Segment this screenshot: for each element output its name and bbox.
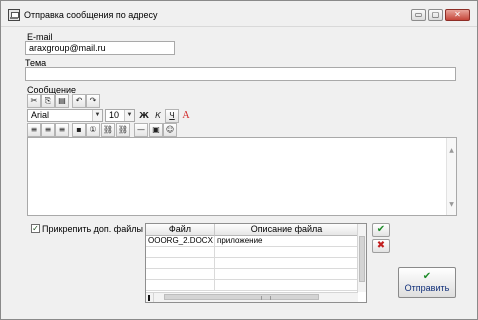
paste-icon: ▤	[58, 96, 66, 105]
attach-checkbox-label: Прикрепить доп. файлы	[42, 224, 143, 234]
copy-button[interactable]: ⎘	[41, 94, 55, 108]
align-right-icon: ≡	[58, 125, 66, 134]
send-button-label: Отправить	[404, 283, 450, 293]
link-icon: ⛓	[102, 125, 114, 134]
close-button[interactable]: ✕	[445, 9, 470, 21]
horizontal-line-icon: —	[137, 125, 145, 134]
chevron-down-icon: ▼	[92, 110, 102, 121]
table-horizontal-scrollbar[interactable]	[154, 292, 358, 302]
chevron-down-icon: ▼	[124, 110, 134, 121]
font-name-select[interactable]: Arial ▼	[27, 109, 103, 122]
cut-icon: ✂	[30, 96, 38, 105]
file-cell[interactable]	[146, 280, 215, 291]
table-vertical-scrollbar[interactable]	[357, 224, 366, 292]
add-file-button[interactable]: ✔	[372, 223, 390, 237]
file-cell[interactable]: OOORG_2.DOCX	[146, 236, 215, 247]
email-field[interactable]: araxgroup@mail.ru	[25, 41, 175, 55]
font-size-select[interactable]: 10 ▼	[105, 109, 135, 122]
bold-button[interactable]: Ж	[137, 109, 151, 123]
attach-checkbox[interactable]: ✓	[31, 224, 40, 233]
scroll-down-icon[interactable]: ▼	[447, 200, 456, 209]
remove-file-button[interactable]: ✖	[372, 239, 390, 253]
subject-field[interactable]	[25, 67, 456, 81]
unlink-icon: ⛓	[117, 125, 129, 134]
font-name-value: Arial	[31, 110, 50, 120]
checkmark-icon: ✓	[32, 224, 39, 233]
bullet-button[interactable]: ▪	[72, 123, 86, 137]
bullet-icon: ▪	[76, 125, 82, 134]
description-cell[interactable]	[215, 247, 359, 258]
font-size-value: 10	[109, 110, 120, 120]
align-right-button[interactable]: ≡	[55, 123, 69, 137]
minimize-button[interactable]: ▭	[411, 9, 426, 21]
file-cell[interactable]	[146, 269, 215, 280]
align-left-icon: ≡	[30, 125, 38, 134]
numbering-button[interactable]: ①	[86, 123, 100, 137]
scroll-grip-icon	[261, 296, 271, 300]
align-left-button[interactable]: ≡	[27, 123, 41, 137]
description-cell[interactable]	[215, 258, 359, 269]
mail-send-window: Отправка сообщения по адресу ▭ ▢ ✕ E-mai…	[0, 0, 478, 320]
paste-button[interactable]: ▤	[55, 94, 69, 108]
attachments-table[interactable]: Файл Описание файла OOORG_2.DOCX приложен…	[145, 223, 367, 303]
check-icon: ✔	[422, 271, 432, 282]
message-editor[interactable]: ▲ ▼	[27, 137, 457, 216]
numbering-icon: ①	[89, 125, 97, 134]
description-cell[interactable]	[215, 269, 359, 280]
align-center-icon: ≡	[44, 125, 52, 134]
cut-button[interactable]: ✂	[27, 94, 41, 108]
image-button[interactable]: ▣	[149, 123, 163, 137]
smiley-icon: ☺	[165, 125, 175, 134]
scroll-thumb[interactable]	[359, 236, 365, 282]
font-color-button[interactable]: A	[180, 109, 192, 122]
undo-button[interactable]: ↶	[72, 94, 86, 108]
unlink-button[interactable]: ⛓	[116, 123, 130, 137]
send-button[interactable]: ✔ Отправить	[398, 267, 456, 298]
description-cell[interactable]: приложение	[215, 236, 359, 247]
editor-scrollbar[interactable]: ▲ ▼	[446, 138, 456, 215]
align-center-button[interactable]: ≡	[41, 123, 55, 137]
link-button[interactable]: ⛓	[101, 123, 115, 137]
scroll-up-icon[interactable]: ▲	[447, 146, 456, 155]
italic-button[interactable]: К	[151, 109, 165, 123]
app-envelope-icon	[8, 9, 20, 21]
undo-icon: ↶	[75, 96, 83, 105]
redo-icon: ↷	[89, 96, 97, 105]
file-cell[interactable]	[146, 247, 215, 258]
image-icon: ▣	[152, 125, 160, 134]
file-cell[interactable]	[146, 258, 215, 269]
window-title: Отправка сообщения по адресу	[24, 10, 158, 20]
description-cell[interactable]	[215, 280, 359, 291]
horizontal-line-button[interactable]: —	[134, 123, 148, 137]
smiley-button[interactable]: ☺	[163, 123, 177, 137]
column-header-description[interactable]: Описание файла	[215, 224, 359, 236]
copy-icon: ⎘	[44, 96, 52, 105]
redo-button[interactable]: ↷	[86, 94, 100, 108]
scroll-thumb[interactable]	[164, 294, 319, 300]
maximize-button[interactable]: ▢	[428, 9, 443, 21]
underline-button[interactable]: Ч	[165, 109, 179, 123]
title-bar: Отправка сообщения по адресу ▭ ▢ ✕	[1, 1, 477, 27]
column-header-file[interactable]: Файл	[146, 224, 215, 236]
row-indicator	[146, 292, 154, 302]
